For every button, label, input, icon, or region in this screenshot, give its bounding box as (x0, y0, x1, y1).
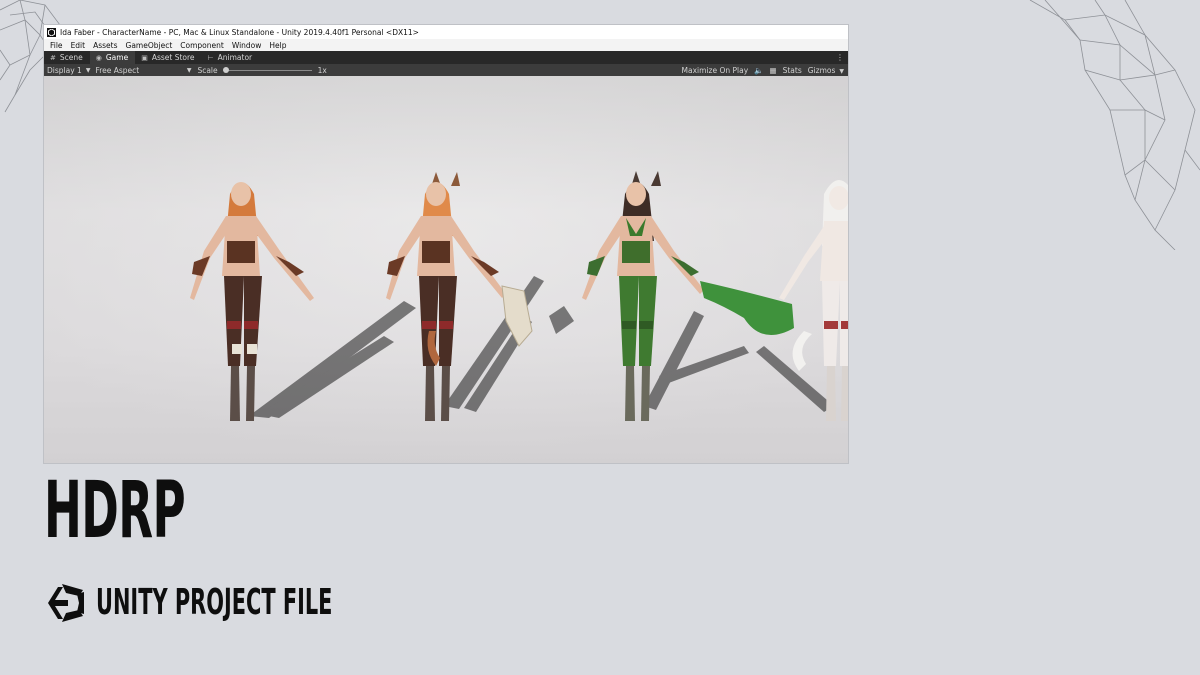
chevron-down-icon: ▼ (85, 66, 91, 74)
aspect-dropdown[interactable]: Free Aspect ▼ (95, 66, 191, 75)
tab-game[interactable]: ◉ Game (89, 51, 136, 64)
animator-icon: ⊢ (207, 53, 214, 62)
title-bar: Ida Faber - CharacterName - PC, Mac & Li… (44, 25, 848, 39)
aspect-dropdown-label: Free Aspect (95, 65, 140, 75)
hdrp-heading: HDRP (44, 466, 186, 556)
tab-scene-label: Scene (59, 53, 83, 62)
unity-project-file-text: UNITY PROJECT FILE (96, 582, 333, 623)
maximize-on-play-toggle[interactable]: Maximize On Play (682, 66, 749, 75)
stats-toggle[interactable]: Stats (783, 66, 802, 75)
scale-slider[interactable] (222, 66, 312, 73)
tab-animator[interactable]: ⊢ Animator (202, 51, 260, 64)
menu-component[interactable]: Component (176, 41, 228, 50)
menu-help[interactable]: Help (265, 41, 290, 50)
tab-asset-store[interactable]: ▣ Asset Store (135, 51, 201, 64)
unity-project-label: UNITY PROJECT FILE (46, 584, 504, 622)
game-viewport[interactable] (44, 76, 848, 463)
unity-logo-icon (47, 27, 56, 37)
display-dropdown-label: Display 1 (47, 65, 82, 75)
tab-asset-store-label: Asset Store (151, 53, 195, 62)
tab-game-label: Game (105, 53, 129, 62)
chevron-down-icon: ▼ (186, 66, 192, 74)
menu-bar: File Edit Assets GameObject Component Wi… (44, 39, 848, 51)
mute-audio-icon[interactable]: 🔈 (754, 66, 763, 75)
store-bag-icon: ▣ (141, 53, 148, 62)
stats-icon[interactable]: ▦ (769, 66, 776, 75)
display-dropdown[interactable]: Display 1 ▼ (47, 66, 90, 75)
window-title: Ida Faber - CharacterName - PC, Mac & Li… (60, 27, 419, 37)
tab-bar: # Scene ◉ Game ▣ Asset Store ⊢ Animator … (44, 51, 848, 64)
wireframe-decoration-right (1029, 0, 1200, 250)
unity-logo-icon (48, 584, 84, 622)
gamepad-icon: ◉ (95, 53, 102, 62)
scale-value: 1x (317, 65, 327, 75)
scale-label: Scale (197, 65, 218, 75)
game-toolbar: Display 1 ▼ Free Aspect ▼ Scale 1x Maxim… (44, 64, 848, 76)
chevron-down-icon: ▼ (839, 67, 844, 75)
character-render (44, 76, 848, 463)
gizmos-label: Gizmos (807, 65, 836, 75)
tab-animator-label: Animator (217, 53, 253, 62)
menu-edit[interactable]: Edit (67, 41, 90, 50)
more-options-icon[interactable]: ⋮ (836, 51, 844, 64)
scale-slider-knob[interactable] (222, 66, 229, 73)
gizmos-dropdown[interactable]: Gizmos ▼ (808, 66, 844, 75)
menu-file[interactable]: File (46, 41, 67, 50)
grid-icon: # (50, 53, 56, 62)
tab-scene[interactable]: # Scene (44, 51, 90, 64)
menu-window[interactable]: Window (228, 41, 266, 50)
menu-gameobject[interactable]: GameObject (122, 41, 177, 50)
menu-assets[interactable]: Assets (89, 41, 121, 50)
unity-editor-window: Ida Faber - CharacterName - PC, Mac & Li… (44, 25, 848, 463)
